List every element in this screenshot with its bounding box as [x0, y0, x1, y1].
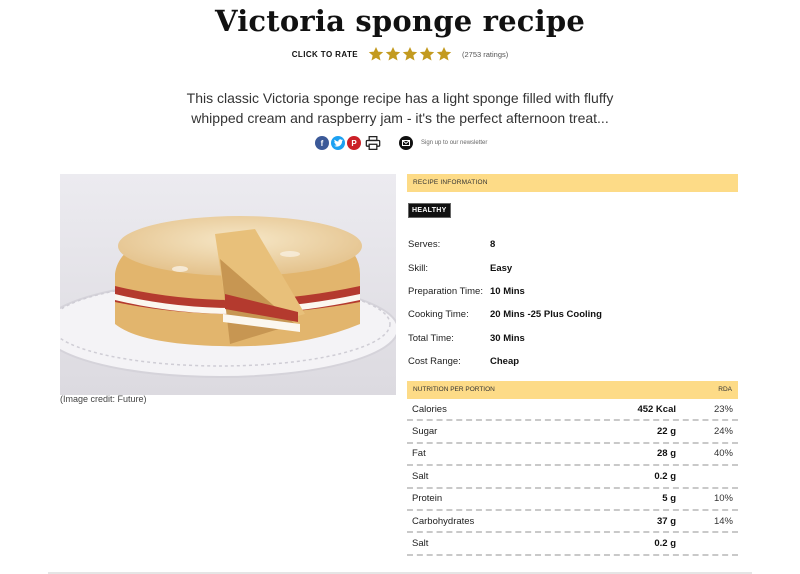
- nutrient-name: Carbohydrates: [412, 515, 475, 527]
- share-bar: f P Sign up to our newsletter: [315, 135, 487, 151]
- table-row: Calories 452 Kcal 23%: [407, 399, 738, 422]
- info-row-prep-time: Preparation Time: 10 Mins: [408, 280, 738, 303]
- nutrition-header: NUTRITION PER PORTION RDA: [407, 381, 738, 399]
- table-row: Protein 5 g 10%: [407, 489, 738, 511]
- table-row: Salt 0.2 g: [407, 533, 738, 556]
- rating-count: (2753 ratings): [461, 49, 509, 59]
- nutrient-amount: 452 Kcal: [637, 403, 676, 415]
- star-icon[interactable]: [402, 46, 418, 62]
- healthy-badge: HEALTHY: [408, 203, 451, 218]
- info-row-cost-range: Cost Range: Cheap: [408, 350, 738, 373]
- info-label: Cost Range:: [408, 356, 461, 368]
- info-value: Cheap: [490, 356, 520, 368]
- pinterest-icon[interactable]: P: [347, 136, 361, 150]
- nutrient-rda: 40%: [713, 448, 733, 460]
- recipe-info-list: Serves: 8 Skill: Easy Preparation Time: …: [408, 233, 738, 373]
- info-row-cooking-time: Cooking Time: 20 Mins -25 Plus Cooling: [408, 303, 738, 326]
- recipe-intro: This classic Victoria sponge recipe has …: [186, 90, 614, 126]
- star-rating[interactable]: [368, 46, 452, 62]
- nutrient-name: Salt: [412, 470, 429, 482]
- twitter-icon[interactable]: [331, 136, 345, 150]
- nutrient-rda: 14%: [713, 515, 733, 527]
- nutrient-name: Salt: [412, 538, 429, 550]
- newsletter-link[interactable]: Sign up to our newsletter: [421, 140, 487, 146]
- click-to-rate-label[interactable]: CLICK TO RATE: [292, 50, 358, 59]
- nutrient-name: Calories: [412, 403, 447, 415]
- star-icon[interactable]: [368, 46, 384, 62]
- nutrient-name: Protein: [412, 493, 443, 505]
- info-value: 30 Mins: [490, 332, 525, 344]
- info-value: 8: [490, 239, 496, 251]
- nutrient-rda: 23%: [713, 403, 733, 415]
- info-row-serves: Serves: 8: [408, 233, 738, 256]
- info-label: Total Time:: [408, 332, 454, 344]
- info-row-total-time: Total Time: 30 Mins: [408, 327, 738, 350]
- info-label: Preparation Time:: [408, 285, 483, 297]
- table-row: Salt 0.2 g: [407, 466, 738, 489]
- image-credit: (Image credit: Future): [60, 394, 147, 404]
- info-value: 20 Mins -25 Plus Cooling: [490, 309, 602, 321]
- nutrient-name: Fat: [412, 448, 426, 460]
- star-icon[interactable]: [436, 46, 452, 62]
- info-label: Serves:: [408, 239, 441, 251]
- rda-header-label: RDA: [718, 386, 732, 393]
- nutrient-amount: 5 g: [662, 493, 676, 505]
- star-icon[interactable]: [385, 46, 401, 62]
- email-icon[interactable]: [399, 136, 413, 150]
- nutrient-rda: 24%: [713, 426, 733, 438]
- nutrient-name: Sugar: [412, 426, 438, 438]
- page-title: Victoria sponge recipe: [215, 4, 585, 38]
- facebook-icon[interactable]: f: [315, 136, 329, 150]
- info-label: Cooking Time:: [408, 309, 469, 321]
- info-value: 10 Mins: [490, 285, 525, 297]
- rating-bar: CLICK TO RATE (2753 ratings): [0, 46, 800, 62]
- table-row: Sugar 22 g 24%: [407, 421, 738, 444]
- info-value: Easy: [490, 262, 513, 274]
- info-label: Skill:: [408, 262, 429, 274]
- nutrient-rda: 10%: [713, 493, 733, 505]
- table-row: Fat 28 g 40%: [407, 444, 738, 467]
- nutrient-amount: 28 g: [656, 448, 676, 460]
- recipe-info-header: RECIPE INFORMATION: [407, 174, 738, 192]
- nutrient-amount: 22 g: [656, 426, 676, 438]
- recipe-image: [60, 174, 396, 395]
- nutrient-amount: 0.2 g: [654, 470, 676, 482]
- nutrient-amount: 0.2 g: [654, 538, 676, 550]
- star-icon[interactable]: [419, 46, 435, 62]
- nutrition-table: Calories 452 Kcal 23% Sugar 22 g 24% Fat…: [407, 399, 738, 556]
- print-icon[interactable]: [365, 136, 381, 150]
- info-row-skill: Skill: Easy: [408, 256, 738, 279]
- nutrition-header-label: NUTRITION PER PORTION: [413, 386, 495, 393]
- table-row: Carbohydrates 37 g 14%: [407, 511, 738, 534]
- nutrient-amount: 37 g: [656, 515, 676, 527]
